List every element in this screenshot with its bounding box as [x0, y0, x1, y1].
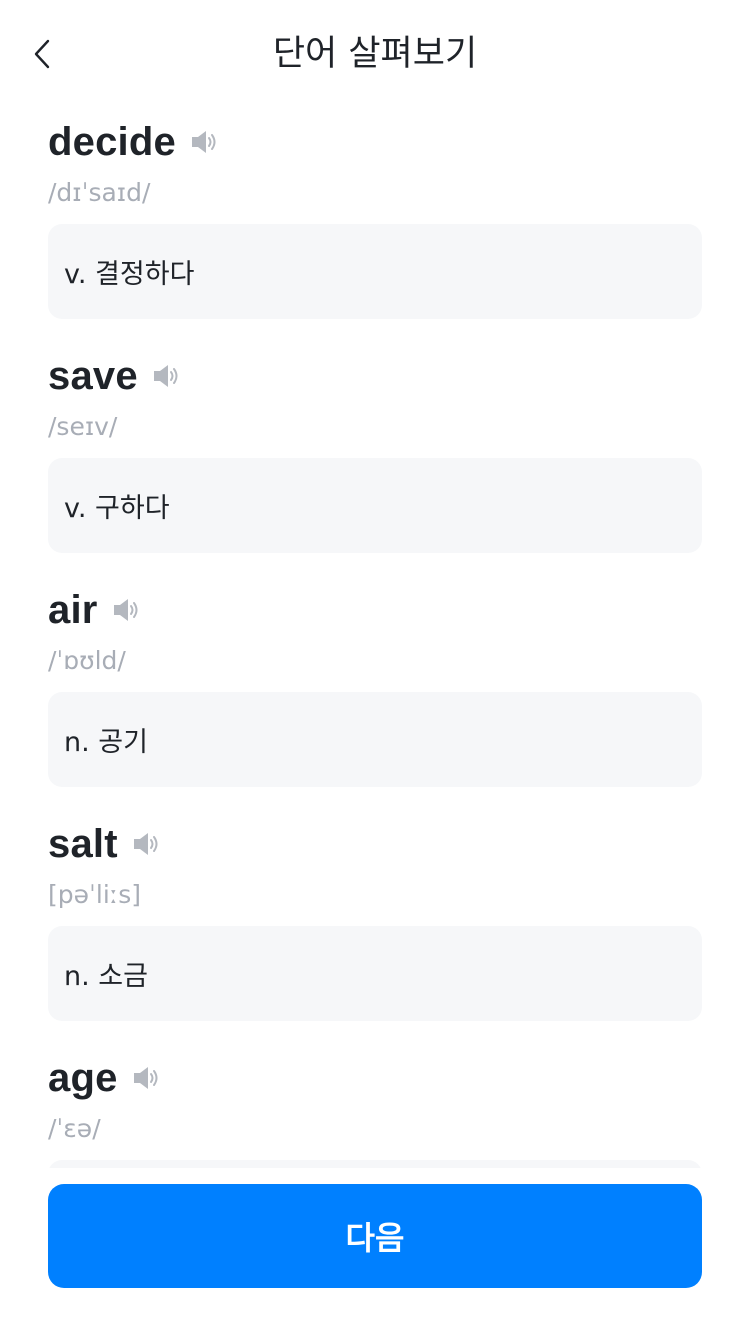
word-text: salt [48, 821, 118, 866]
word-entry: decide /dɪˈsaɪd/ v. 결정하다 [48, 112, 702, 346]
word-entry: age /ˈɛə/ [48, 1048, 702, 1168]
phonetic: /dɪˈsaɪd/ [48, 178, 151, 207]
phonetic: /ˈɛə/ [48, 1114, 101, 1143]
phonetic: /ˈɒʊld/ [48, 646, 126, 675]
phonetic: /seɪv/ [48, 412, 118, 441]
meaning-card: n. 공기 [48, 692, 702, 787]
speaker-icon[interactable] [190, 127, 220, 157]
speaker-icon[interactable] [152, 361, 182, 391]
word-entry: air /ˈɒʊld/ n. 공기 [48, 580, 702, 814]
word-row: decide [48, 112, 702, 172]
meaning-card: n. 소금 [48, 926, 702, 1021]
phonetic: [pəˈliːs] [48, 880, 141, 909]
word-row: save [48, 346, 702, 406]
meaning-card [48, 1160, 702, 1168]
word-text: save [48, 353, 138, 398]
word-row: salt [48, 814, 702, 874]
word-entry: salt [pəˈliːs] n. 소금 [48, 814, 702, 1048]
speaker-icon[interactable] [132, 1063, 162, 1093]
page-title: 단어 살펴보기 [272, 34, 478, 74]
meaning-text: v. 구하다 [64, 493, 170, 524]
meaning-text: n. 공기 [64, 727, 148, 758]
meaning-text: v. 결정하다 [64, 259, 195, 290]
meaning-text: n. 소금 [64, 961, 148, 992]
word-row: air [48, 580, 702, 640]
meaning-card: v. 결정하다 [48, 224, 702, 319]
speaker-icon[interactable] [132, 829, 162, 859]
next-button[interactable]: 다음 [48, 1184, 702, 1288]
meaning-card: v. 구하다 [48, 458, 702, 553]
word-text: age [48, 1055, 118, 1100]
word-list[interactable]: decide /dɪˈsaɪd/ v. 결정하다 save /seɪv/ v. … [48, 112, 702, 1168]
word-text: air [48, 587, 98, 632]
header: 단어 살펴보기 [0, 0, 750, 110]
word-text: decide [48, 119, 176, 164]
speaker-icon[interactable] [112, 595, 142, 625]
word-row: age [48, 1048, 702, 1108]
word-entry: save /seɪv/ v. 구하다 [48, 346, 702, 580]
